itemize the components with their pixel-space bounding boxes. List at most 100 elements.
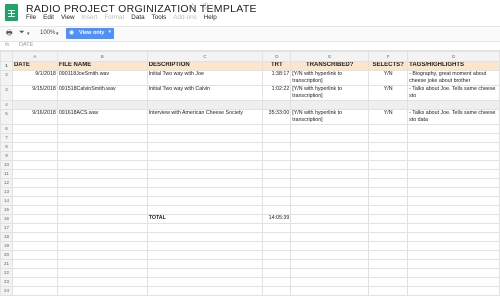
row-number[interactable]: 10 — [0, 160, 13, 170]
cell[interactable] — [290, 277, 370, 287]
column-header[interactable]: G — [407, 51, 500, 62]
cell[interactable] — [11, 187, 58, 197]
cell[interactable] — [407, 133, 500, 143]
header-cell[interactable]: SELECTS? — [368, 61, 409, 71]
cell[interactable] — [290, 169, 370, 179]
cell[interactable] — [11, 259, 58, 269]
cell[interactable] — [146, 169, 264, 179]
cell[interactable] — [407, 142, 500, 152]
cell[interactable] — [146, 232, 264, 242]
cell[interactable] — [407, 178, 500, 188]
cell[interactable] — [146, 286, 264, 296]
cell[interactable] — [262, 241, 292, 251]
cell[interactable] — [262, 160, 292, 170]
row-number[interactable]: 5 — [0, 109, 13, 125]
cell[interactable] — [290, 259, 370, 269]
cell[interactable] — [11, 232, 58, 242]
cell[interactable] — [11, 100, 58, 110]
cell[interactable] — [146, 100, 264, 110]
cell[interactable] — [146, 277, 264, 287]
cell[interactable] — [407, 232, 500, 242]
header-cell[interactable]: TRT — [262, 61, 292, 71]
cell[interactable] — [11, 268, 58, 278]
formula-value[interactable]: DATE — [19, 42, 33, 48]
row-number[interactable]: 14 — [0, 196, 13, 206]
row-number[interactable]: 22 — [0, 268, 13, 278]
column-header[interactable]: C — [146, 51, 264, 62]
cell[interactable] — [262, 286, 292, 296]
row-number[interactable]: 13 — [0, 187, 13, 197]
cell[interactable] — [262, 142, 292, 152]
cell[interactable] — [11, 241, 58, 251]
row-number[interactable]: 17 — [0, 223, 13, 233]
row-number[interactable]: 1 — [0, 61, 13, 71]
view-only-button[interactable]: ◉ View only ▾ — [66, 28, 114, 39]
cell[interactable] — [11, 286, 58, 296]
sheets-logo-icon[interactable] — [5, 4, 18, 21]
cell[interactable] — [146, 124, 264, 134]
cell[interactable] — [11, 160, 58, 170]
cell[interactable] — [262, 277, 292, 287]
row-number[interactable]: 3 — [0, 85, 13, 101]
row-number[interactable]: 11 — [0, 169, 13, 179]
row-number[interactable]: 24 — [0, 286, 13, 296]
cell[interactable] — [56, 187, 148, 197]
cell[interactable] — [407, 241, 500, 251]
cloud-status-icon[interactable]: ♲ — [201, 2, 210, 13]
trt-cell[interactable]: 1:38:17 — [262, 70, 292, 86]
row-number[interactable]: 12 — [0, 178, 13, 188]
tags-cell[interactable]: - Talks about Joe. Tells same cheese sto — [407, 85, 500, 101]
cell[interactable] — [11, 169, 58, 179]
description-cell[interactable]: Initial Two way with Calvin — [146, 85, 264, 101]
cell[interactable] — [290, 250, 370, 260]
filter-icon[interactable]: ⏷ — [19, 29, 25, 37]
cell[interactable] — [407, 268, 500, 278]
menu-item-insert[interactable]: Insert — [82, 14, 98, 26]
date-cell[interactable]: 9/16/2018 — [11, 109, 58, 125]
total-label[interactable]: TOTAL — [146, 214, 264, 224]
cell[interactable] — [56, 142, 148, 152]
cell[interactable] — [368, 178, 409, 188]
row-number[interactable]: 6 — [0, 124, 13, 134]
cell[interactable] — [11, 142, 58, 152]
menu-item-file[interactable]: File — [26, 14, 36, 26]
cell[interactable] — [146, 178, 264, 188]
zoom-select[interactable]: 100% — [40, 30, 55, 36]
cell[interactable] — [56, 259, 148, 269]
cell[interactable] — [56, 250, 148, 260]
cell[interactable] — [262, 169, 292, 179]
cell[interactable] — [368, 160, 409, 170]
cell[interactable] — [146, 133, 264, 143]
cell[interactable] — [262, 196, 292, 206]
header-cell[interactable]: DESCRIPTION — [146, 61, 264, 71]
formula-bar[interactable]: fx DATE — [0, 41, 500, 51]
cell[interactable] — [56, 241, 148, 251]
transcribed-cell[interactable]: [Y/N with hyperlink to transcription] — [290, 70, 370, 86]
menu-item-format[interactable]: Format — [104, 14, 124, 26]
row-number[interactable]: 2 — [0, 70, 13, 86]
trt-cell[interactable]: 35:33:00 — [262, 109, 292, 125]
cell[interactable] — [262, 259, 292, 269]
cell[interactable] — [56, 100, 148, 110]
transcribed-cell[interactable]: [Y/N with hyperlink to transcription] — [290, 85, 370, 101]
cell[interactable] — [407, 100, 500, 110]
cell[interactable] — [56, 286, 148, 296]
header-cell[interactable]: TAGS/HIGHLIGHTS — [407, 61, 500, 71]
cell[interactable] — [368, 124, 409, 134]
tags-cell[interactable]: - Biography, great moment about cheese j… — [407, 70, 500, 86]
row-number[interactable]: 4 — [0, 100, 13, 110]
cell[interactable] — [368, 250, 409, 260]
cell[interactable] — [56, 214, 148, 224]
cell[interactable] — [407, 259, 500, 269]
cell[interactable] — [368, 142, 409, 152]
cell[interactable] — [262, 133, 292, 143]
cell[interactable] — [290, 223, 370, 233]
cell[interactable] — [146, 223, 264, 233]
column-header[interactable]: B — [56, 51, 148, 62]
header-cell[interactable]: TRANSCRIBED? — [290, 61, 370, 71]
cell[interactable] — [56, 268, 148, 278]
row-number[interactable]: 23 — [0, 277, 13, 287]
cell[interactable] — [11, 250, 58, 260]
cell[interactable] — [290, 178, 370, 188]
cell[interactable] — [146, 205, 264, 215]
